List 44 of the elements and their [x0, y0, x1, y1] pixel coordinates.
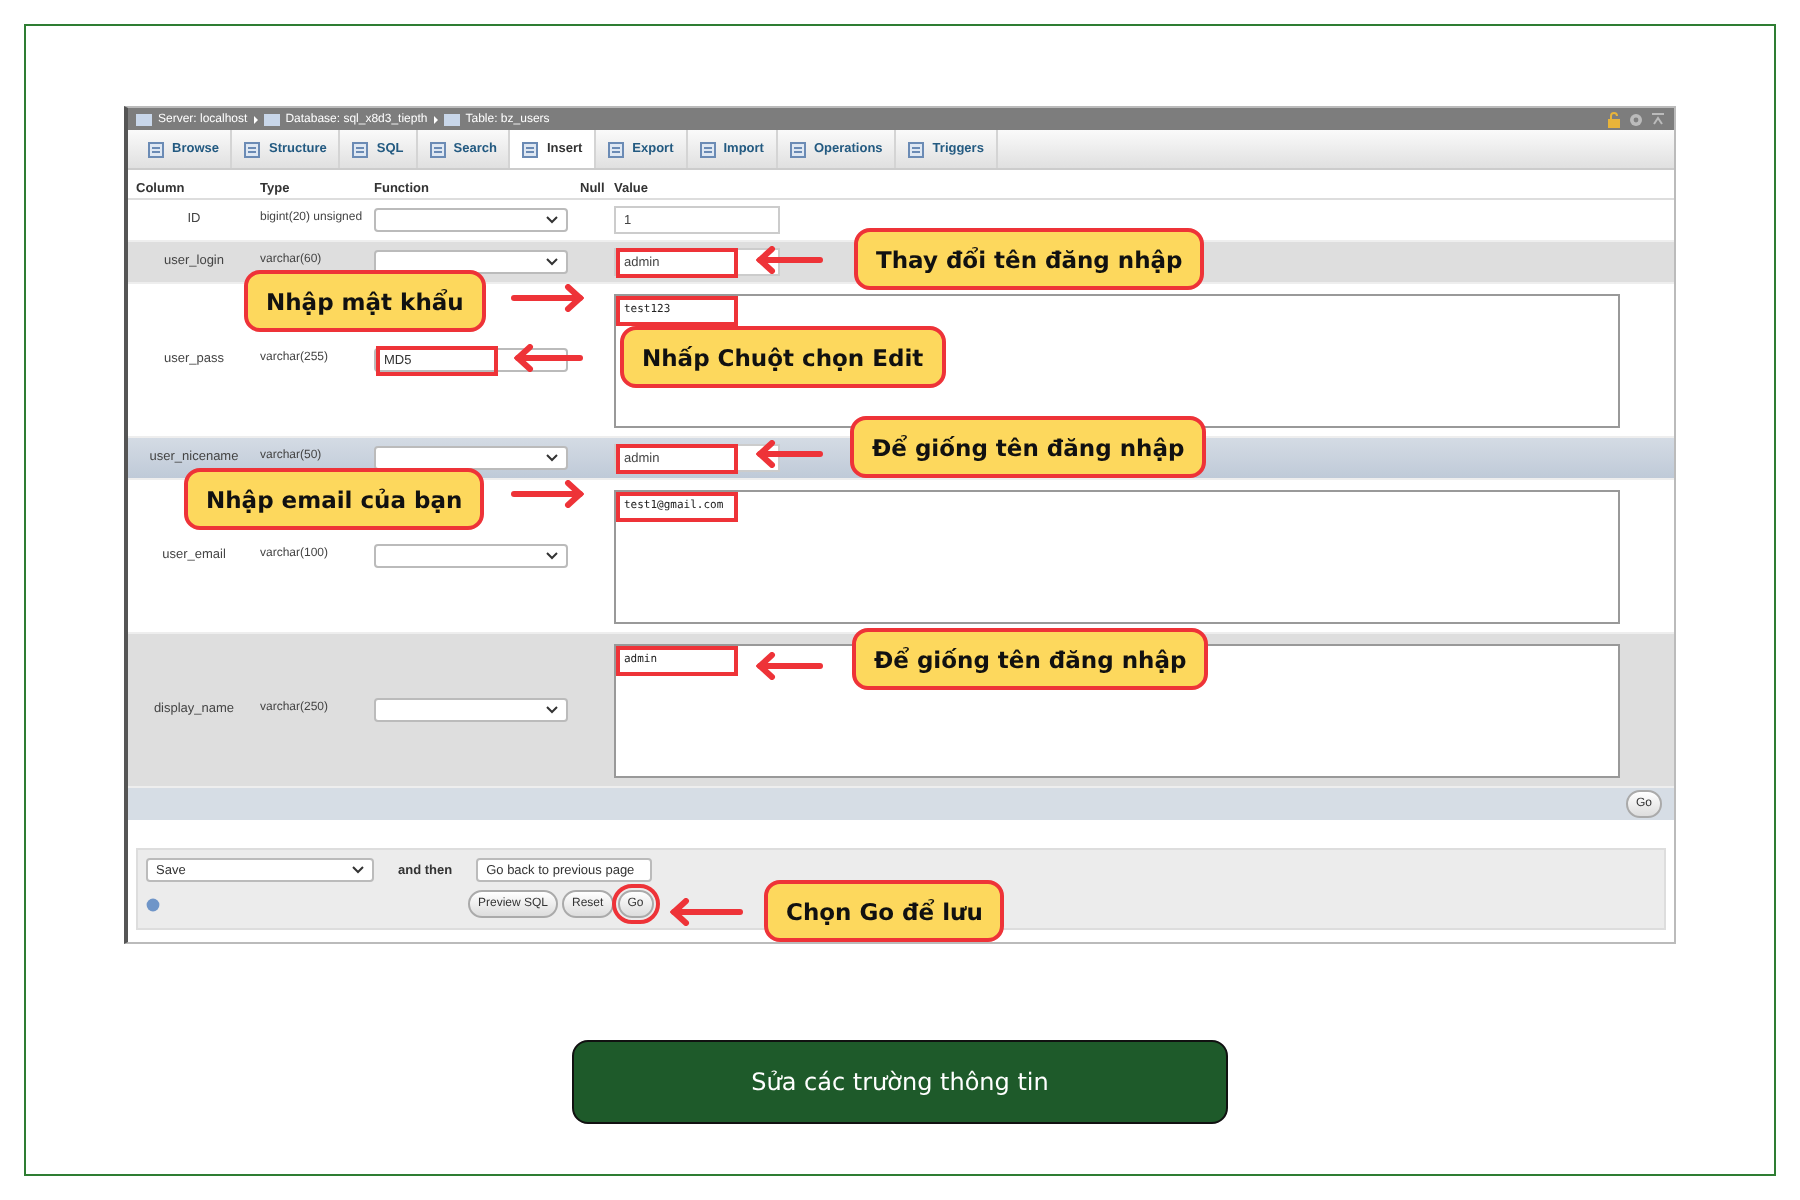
document-icon: [148, 141, 164, 157]
chevron-icon: [433, 115, 438, 123]
caret-icon: [546, 258, 558, 266]
arrow: [510, 480, 584, 508]
caption-banner: Sửa các trường thông tin: [572, 1040, 1228, 1124]
arrow: [756, 652, 824, 680]
caret-icon: [546, 216, 558, 224]
callout-tooltip: Để giống tên đăng nhập: [852, 628, 1209, 690]
document-icon: [699, 141, 716, 157]
lock-icon[interactable]: [1606, 111, 1622, 127]
document-icon: [789, 141, 806, 157]
caret-icon: [352, 866, 364, 874]
arrow: [670, 898, 744, 926]
document-icon: [608, 141, 625, 157]
arrow: [756, 246, 824, 274]
document-icon: [244, 141, 261, 157]
callout-tooltip: Thay đổi tên đăng nhập: [854, 228, 1205, 290]
chevron-icon: [253, 115, 258, 123]
folder-icon: [136, 112, 152, 126]
collapse-icon[interactable]: [1650, 111, 1666, 127]
function-dropdown[interactable]: [374, 446, 568, 470]
settings-icon[interactable]: [1628, 111, 1644, 127]
function-dropdown[interactable]: [374, 544, 568, 568]
arrow: [756, 440, 824, 468]
arrow: [510, 284, 584, 312]
folder-icon: [263, 112, 280, 126]
callout-tooltip: Nhập mật khẩu: [244, 270, 486, 332]
callout-tooltip: Để giống tên đăng nhập: [850, 416, 1207, 478]
callout-tooltip: Nhấp Chuột chọn Edit: [620, 326, 946, 388]
arrow: [514, 344, 584, 372]
caret-icon: [546, 552, 558, 560]
document-icon: [429, 141, 446, 157]
folder-icon: [443, 112, 460, 126]
callout-tooltip: Nhập email của bạn: [184, 468, 485, 530]
document-icon: [352, 141, 369, 157]
caret-icon: [546, 454, 558, 462]
caret-icon: [546, 706, 558, 714]
callout-tooltip: Chọn Go để lưu: [764, 880, 1005, 942]
function-dropdown[interactable]: [374, 250, 568, 274]
document-icon: [522, 141, 539, 157]
function-dropdown[interactable]: [374, 208, 568, 232]
document-icon: [908, 141, 925, 157]
help-icon[interactable]: [146, 897, 160, 911]
function-dropdown[interactable]: [374, 698, 568, 722]
